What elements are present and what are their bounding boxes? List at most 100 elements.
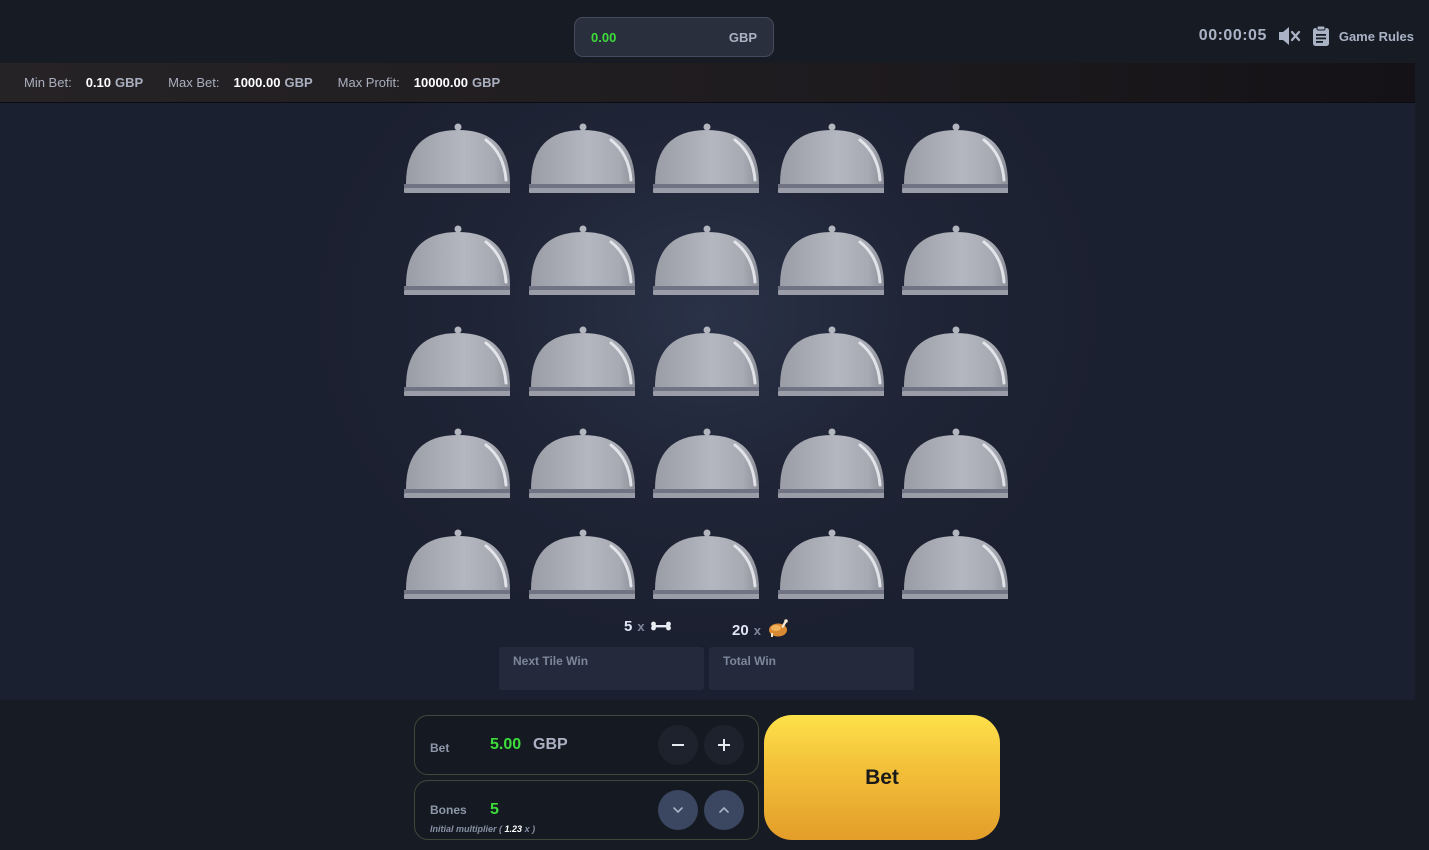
decrease-bones-button[interactable]	[658, 790, 698, 830]
chicken-icon	[766, 618, 790, 642]
cloche-tile[interactable]	[527, 120, 635, 197]
cloche-icon	[653, 326, 759, 396]
bones-label: Bones	[430, 803, 467, 817]
chevron-down-icon	[673, 807, 683, 814]
max-profit-value: 10000.00	[413, 75, 468, 90]
speaker-muted-icon[interactable]	[1277, 25, 1301, 47]
cloche-icon	[777, 123, 884, 193]
cloche-tile[interactable]	[402, 222, 510, 299]
cloche-icon	[777, 428, 884, 498]
cloche-tile[interactable]	[527, 222, 635, 299]
cloche-tile[interactable]	[527, 323, 635, 400]
cloche-icon	[404, 225, 510, 295]
bet-currency: GBP	[533, 736, 568, 753]
cloche-tile[interactable]	[776, 222, 884, 299]
cloche-tile[interactable]	[651, 323, 759, 400]
session-timer: 00:00:05	[1198, 27, 1267, 44]
increase-bet-button[interactable]	[704, 725, 744, 765]
initial-multiplier-prefix: Initial multiplier (	[430, 824, 503, 834]
initial-multiplier-value: 1.23	[504, 824, 523, 834]
cloche-icon	[902, 123, 1008, 193]
max-profit-label: Max Profit:	[337, 75, 400, 90]
tile-grid	[402, 120, 1012, 605]
cloche-tile[interactable]	[402, 526, 510, 603]
cloche-tile[interactable]	[776, 526, 884, 603]
chickens-count-number: 20	[732, 621, 749, 639]
bones-value: 5	[490, 801, 499, 818]
bones-count-x: x	[637, 619, 645, 634]
clipboard-icon[interactable]	[1311, 25, 1331, 47]
cloche-icon	[404, 123, 510, 193]
cloche-icon	[902, 326, 1008, 396]
max-bet-limit: Max Bet: 1000.00 GBP	[168, 75, 312, 90]
cloche-tile[interactable]	[651, 120, 759, 197]
bet-label: Bet	[430, 741, 450, 755]
bones-count: 5 x	[624, 618, 672, 635]
next-tile-win-label: Next Tile Win	[513, 654, 589, 668]
plus-icon	[718, 739, 730, 751]
item-counts: 5 x 20 x	[0, 618, 1429, 639]
cloche-tile[interactable]	[776, 120, 884, 197]
cloche-icon	[777, 529, 884, 599]
chevron-up-icon	[719, 806, 729, 813]
game-rules-link[interactable]: Game Rules	[1339, 29, 1414, 44]
min-bet-value: 0.10	[85, 75, 111, 90]
cloche-tile[interactable]	[402, 323, 510, 400]
cloche-tile[interactable]	[776, 323, 884, 400]
cloche-icon	[528, 529, 635, 599]
cloche-icon	[653, 529, 759, 599]
initial-multiplier: Initial multiplier ( 1.23 x )	[430, 824, 535, 834]
cloche-tile[interactable]	[776, 425, 884, 502]
cloche-icon	[777, 326, 884, 396]
total-win-box: Total Win	[709, 647, 914, 690]
increase-bones-button[interactable]	[704, 790, 744, 830]
cloche-icon	[404, 326, 510, 396]
bet-amount-value[interactable]: 5.00	[490, 736, 521, 754]
cloche-icon	[653, 225, 759, 295]
cloche-icon	[653, 428, 759, 498]
cloche-icon	[777, 225, 884, 295]
initial-multiplier-suffix: x )	[524, 824, 536, 834]
min-bet-label: Min Bet:	[24, 75, 72, 90]
cloche-icon	[653, 123, 759, 193]
max-profit-limit: Max Profit: 10000.00 GBP	[338, 75, 501, 90]
cloche-tile[interactable]	[527, 526, 635, 603]
next-tile-win-box: Next Tile Win	[499, 647, 704, 690]
cloche-tile[interactable]	[900, 323, 1008, 400]
cloche-icon	[528, 326, 635, 396]
max-bet-label: Max Bet:	[168, 75, 220, 90]
cloche-tile[interactable]	[402, 120, 510, 197]
cloche-tile[interactable]	[900, 222, 1008, 299]
cloche-tile[interactable]	[900, 526, 1008, 603]
controls-area: Bet 5.00 GBP Bones 5 Initial multiplier …	[0, 700, 1429, 850]
cloche-tile[interactable]	[900, 425, 1008, 502]
chickens-count-x: x	[753, 622, 761, 638]
minus-icon	[672, 744, 684, 746]
balance-currency: GBP	[728, 29, 757, 45]
bet-limits-bar: Min Bet: 0.10 GBP Max Bet: 1000.00 GBP Max P…	[0, 63, 1415, 103]
min-bet-currency: GBP	[115, 75, 144, 90]
max-bet-value: 1000.00	[233, 75, 281, 90]
cloche-icon	[902, 428, 1008, 498]
cloche-icon	[404, 428, 510, 498]
cloche-tile[interactable]	[651, 222, 759, 299]
bone-icon	[650, 618, 672, 635]
max-profit-currency: GBP	[472, 75, 501, 90]
cloche-icon	[528, 225, 635, 295]
game-screen: 0.00 GBP 00:00:05 Game Rules Min Bet: 0.…	[0, 0, 1429, 850]
cloche-tile[interactable]	[527, 425, 635, 502]
balance-amount: 0.00	[591, 29, 617, 45]
cloche-tile[interactable]	[651, 425, 759, 502]
cloche-tile[interactable]	[900, 120, 1008, 197]
min-bet-limit: Min Bet: 0.10 GBP	[24, 75, 143, 90]
cloche-icon	[902, 529, 1008, 599]
cloche-icon	[902, 225, 1008, 295]
cloche-tile[interactable]	[402, 425, 510, 502]
decrease-bet-button[interactable]	[658, 725, 698, 765]
bet-button[interactable]: Bet	[764, 715, 1000, 840]
cloche-tile[interactable]	[651, 526, 759, 603]
cloche-icon	[404, 529, 510, 599]
chickens-count: 20 x	[732, 618, 790, 642]
cloche-icon	[528, 428, 635, 498]
max-bet-currency: GBP	[284, 75, 313, 90]
